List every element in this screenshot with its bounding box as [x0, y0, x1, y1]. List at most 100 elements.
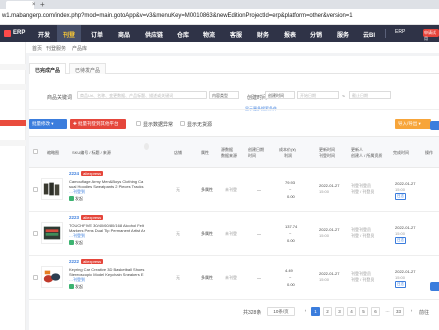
- col-created-line1: 创建日期: [248, 147, 264, 152]
- data-source-value: 未刊登: [225, 187, 237, 192]
- cost-top: 137.74: [285, 224, 298, 229]
- product-thumbnail[interactable]: [41, 266, 63, 288]
- row-checkbox[interactable]: [33, 187, 38, 192]
- nav-item-finance[interactable]: 财务: [257, 30, 269, 39]
- col-ops: 操作: [425, 150, 433, 155]
- col-time-line2: 刊登时间: [319, 153, 335, 158]
- page-3[interactable]: 3: [335, 307, 344, 316]
- created-value: —: [257, 187, 261, 192]
- nav-item-services[interactable]: 服务: [337, 30, 349, 39]
- page-6[interactable]: 6: [371, 307, 380, 316]
- col-store: 店铺: [174, 150, 182, 155]
- sidebar-item[interactable]: [0, 140, 26, 146]
- product-thumbnail[interactable]: [41, 178, 63, 200]
- data-source-value: 未刊登: [225, 275, 237, 280]
- nav-item-orders[interactable]: 订单: [91, 30, 103, 39]
- platform-tag: aliexpress: [81, 171, 104, 176]
- col-done-time: 完成时间: [393, 150, 409, 155]
- sidebar-item[interactable]: [0, 64, 26, 70]
- abnormal-data-checkbox[interactable]: [136, 121, 141, 126]
- tab-bar: 已完成产品 已待发产品: [29, 63, 439, 74]
- table-row[interactable]: 2222 aliexpress Keyring Car Creative 3D …: [29, 256, 439, 300]
- nav-item-supply[interactable]: 供应链: [145, 30, 163, 39]
- tab-pending-products[interactable]: 已待发产品: [69, 63, 107, 74]
- product-id[interactable]: 2222: [69, 259, 79, 264]
- divider: [29, 109, 439, 110]
- erp-logo[interactable]: ERP: [4, 29, 30, 38]
- page-2[interactable]: 2: [323, 307, 332, 316]
- cost-separator: ~: [289, 187, 292, 192]
- store-value: 无: [176, 275, 180, 280]
- product-title-line3[interactable]: …刊登到: [69, 233, 85, 238]
- page-33[interactable]: 33: [393, 307, 405, 316]
- table-row[interactable]: 2223 aliexpress TOUCHFIVE 30/40/60/80/16…: [29, 212, 439, 256]
- logo-text: ERP: [13, 30, 26, 36]
- tab-close-icon[interactable]: ×: [32, 1, 36, 9]
- nav-item-distribution[interactable]: 分销: [310, 30, 322, 39]
- nav-item-cloud-bi[interactable]: 云BI: [363, 30, 375, 39]
- log-button[interactable]: 日志: [395, 237, 406, 244]
- nav-item-logistics[interactable]: 物流: [203, 30, 215, 39]
- breadcrumb-home[interactable]: 首页: [32, 45, 42, 52]
- date-start-input[interactable]: 开始日期: [297, 91, 339, 99]
- update-date: 2022-01-27: [319, 271, 340, 276]
- next-page-button[interactable]: ›: [407, 307, 416, 316]
- product-title-line3[interactable]: …刊登到: [69, 277, 85, 282]
- product-id[interactable]: 2224: [69, 171, 79, 176]
- nav-item-reports[interactable]: 报表: [284, 30, 296, 39]
- product-thumbnail[interactable]: [41, 222, 63, 244]
- address-bar[interactable]: w1.mabangerp.com/index.php?mod=main.goto…: [0, 9, 439, 25]
- date-end-input[interactable]: 截止日期: [349, 91, 391, 99]
- product-id-line: 2222 aliexpress: [69, 259, 104, 264]
- no-source-checkbox[interactable]: [180, 121, 185, 126]
- breadcrumb-section[interactable]: 刊登服务: [46, 45, 66, 52]
- done-date: 2022-01-27: [395, 269, 416, 274]
- log-button[interactable]: 日志: [395, 281, 406, 288]
- page-1[interactable]: 1: [311, 307, 320, 316]
- keyword-input[interactable]: 商品Url、名称、变更数据、产品标题、描述或关键词: [77, 91, 207, 99]
- floating-service-button[interactable]: [430, 282, 439, 291]
- log-button[interactable]: 日志: [395, 193, 406, 200]
- import-export-button[interactable]: 导入/导出 ▾: [395, 119, 431, 129]
- content-type-select[interactable]: 内容类型: [209, 91, 239, 99]
- nav-item-publish[interactable]: 刊登: [63, 30, 75, 39]
- page-size-select[interactable]: 10条/页: [267, 307, 295, 316]
- row-checkbox[interactable]: [33, 275, 38, 280]
- product-title-line3[interactable]: …刊登到: [69, 189, 85, 194]
- new-tab-icon[interactable]: +: [40, 0, 45, 9]
- nav-separator: [385, 29, 386, 38]
- batch-edit-button[interactable]: 批量修改 ▾: [29, 119, 67, 129]
- product-id-line: 2224 aliexpress: [69, 171, 104, 176]
- cost-separator: ~: [289, 275, 292, 280]
- updater-line1: 刊登刊登员: [351, 227, 371, 232]
- tab-completed-products[interactable]: 已完成产品: [29, 63, 67, 74]
- time-label: 创建时间: [247, 95, 268, 101]
- table-row[interactable]: 2224 aliexpress Camouflage Army Men&Boys…: [29, 168, 439, 212]
- browser-tab[interactable]: ×: [6, 1, 36, 9]
- done-log: 日志: [395, 281, 406, 288]
- nav-item-service[interactable]: 客服: [230, 30, 242, 39]
- time-type-select[interactable]: 创建时间: [265, 91, 295, 99]
- done-log: 日志: [395, 237, 406, 244]
- sidebar-item-active[interactable]: [0, 120, 26, 126]
- page-4[interactable]: 4: [347, 307, 356, 316]
- sidebar-item[interactable]: [0, 84, 26, 90]
- nav-item-warehouse[interactable]: 仓库: [177, 30, 189, 39]
- cost-top: 4.49: [285, 268, 293, 273]
- nav-account-label[interactable]: ERP: [395, 29, 405, 35]
- abnormal-data-label: 显示数据异常: [143, 122, 174, 128]
- floating-help-button[interactable]: [430, 121, 439, 130]
- row-checkbox[interactable]: [33, 231, 38, 236]
- nav-item-products[interactable]: 商品: [118, 30, 130, 39]
- select-all-checkbox[interactable]: [33, 149, 38, 154]
- trial-badge[interactable]: 申请试用: [423, 29, 439, 41]
- col-time-line1: 更新时间: [319, 147, 335, 152]
- url-text[interactable]: w1.mabangerp.com/index.php?mod=main.goto…: [2, 13, 353, 19]
- nav-item-dev[interactable]: 开发: [38, 30, 50, 39]
- prev-page-button[interactable]: ‹: [301, 307, 310, 316]
- cost-bottom: 0.00: [287, 238, 295, 243]
- batch-publish-button[interactable]: ✚ 批量刊登到其他平台: [70, 119, 126, 129]
- page-5[interactable]: 5: [359, 307, 368, 316]
- product-id[interactable]: 2223: [69, 215, 79, 220]
- done-time: 15:00: [395, 231, 406, 236]
